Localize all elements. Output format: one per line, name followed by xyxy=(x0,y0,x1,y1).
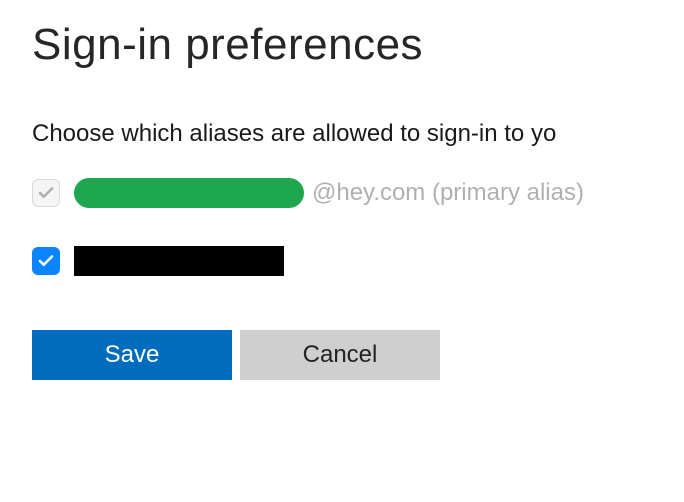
button-row: Save Cancel xyxy=(32,330,652,380)
alias-checkbox-primary xyxy=(32,179,60,207)
instruction-text: Choose which aliases are allowed to sign… xyxy=(32,120,652,148)
check-icon xyxy=(37,252,55,270)
alias-suffix-text: @hey.com (primary alias) xyxy=(312,179,584,207)
redacted-alias-black xyxy=(74,246,284,276)
alias-row-secondary xyxy=(32,246,652,276)
alias-row-primary: @hey.com (primary alias) xyxy=(32,178,652,208)
save-button[interactable]: Save xyxy=(32,330,232,380)
check-icon xyxy=(37,184,55,202)
alias-checkbox-secondary[interactable] xyxy=(32,247,60,275)
page-title: Sign-in preferences xyxy=(32,20,652,70)
cancel-button[interactable]: Cancel xyxy=(240,330,440,380)
redacted-alias-green xyxy=(74,178,304,208)
